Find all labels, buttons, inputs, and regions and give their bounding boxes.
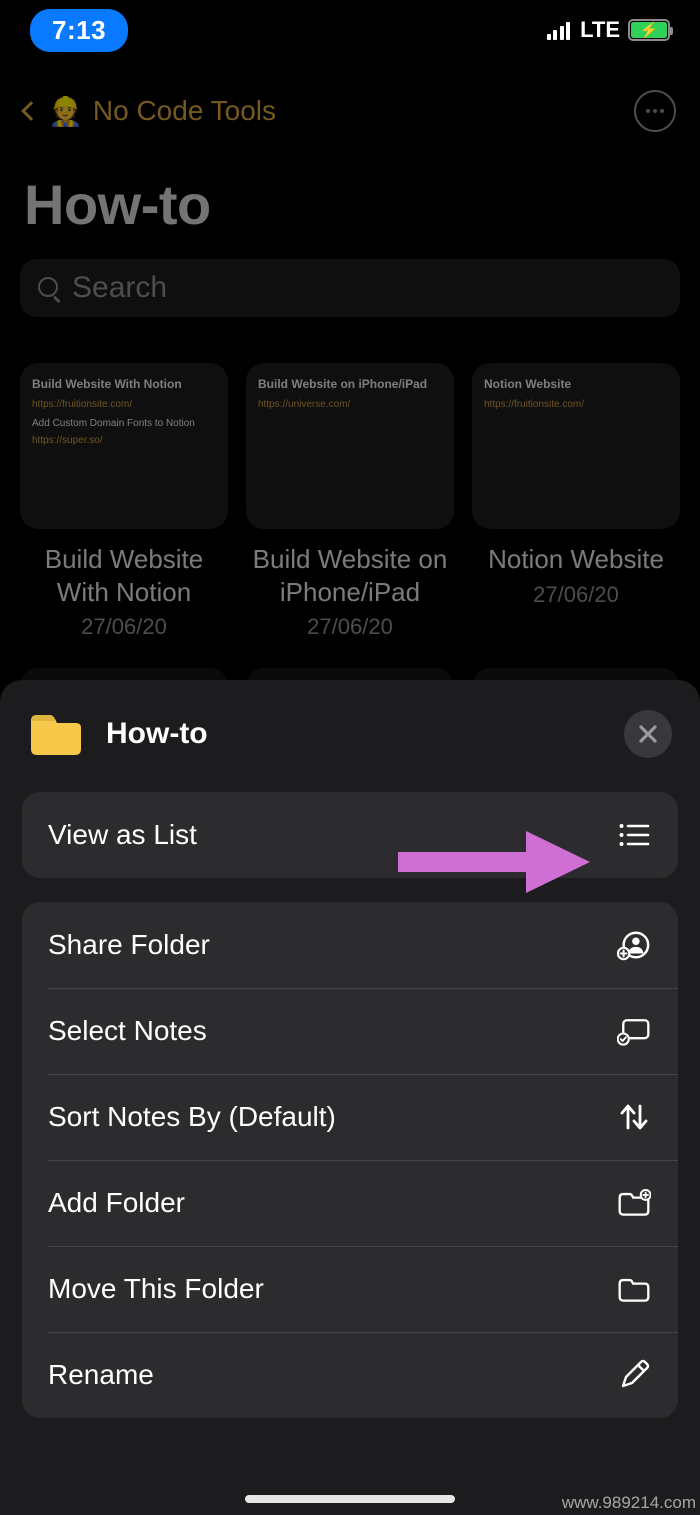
status-time: 7:13 xyxy=(30,9,128,52)
note-thumbnail: Build Website on iPhone/iPad https://uni… xyxy=(246,363,454,529)
pencil-icon xyxy=(616,1357,652,1393)
thumb-title: Notion Website xyxy=(484,377,668,393)
menu-item-label: Sort Notes By (Default) xyxy=(48,1101,336,1133)
menu-group: Share Folder Select Notes Sort Notes By … xyxy=(22,902,678,1418)
menu-item-label: Add Folder xyxy=(48,1187,185,1219)
note-card[interactable]: Build Website With Notion https://fruiti… xyxy=(20,363,228,640)
note-thumbnail: Build Website With Notion https://fruiti… xyxy=(20,363,228,529)
close-button[interactable] xyxy=(624,710,672,758)
status-bar: 7:13 LTE ⚡ xyxy=(0,0,700,60)
status-right: LTE ⚡ xyxy=(547,17,670,43)
sheet-title: How-to xyxy=(106,717,208,751)
watermark: www.989214.com xyxy=(562,1493,696,1513)
select-notes-item[interactable]: Select Notes xyxy=(22,988,678,1074)
back-button[interactable]: 👷 No Code Tools xyxy=(24,95,276,128)
folder-icon xyxy=(616,1271,652,1307)
search-field[interactable] xyxy=(20,259,680,317)
share-folder-item[interactable]: Share Folder xyxy=(22,902,678,988)
list-icon xyxy=(616,817,652,853)
network-label: LTE xyxy=(580,17,620,43)
note-date: 27/06/20 xyxy=(533,582,619,608)
menu-item-label: Move This Folder xyxy=(48,1273,264,1305)
chevron-back-icon xyxy=(21,101,41,121)
folder-icon xyxy=(28,711,84,757)
sheet-header: How-to xyxy=(22,710,678,792)
thumb-link: https://super.so/ xyxy=(32,435,216,446)
thumb-link: https://fruitionsite.com/ xyxy=(32,399,216,410)
cellular-signal-icon xyxy=(547,20,571,40)
folder-action-sheet: How-to View as List Share Folder Select … xyxy=(0,680,700,1515)
menu-item-label: View as List xyxy=(48,819,197,851)
add-folder-item[interactable]: Add Folder xyxy=(22,1160,678,1246)
sort-notes-item[interactable]: Sort Notes By (Default) xyxy=(22,1074,678,1160)
share-person-icon xyxy=(616,927,652,963)
thumb-text: Add Custom Domain Fonts to Notion xyxy=(32,418,216,429)
menu-item-label: Rename xyxy=(48,1359,154,1391)
battery-icon: ⚡ xyxy=(628,19,670,41)
note-title: Build Website on iPhone/iPad xyxy=(246,543,454,608)
menu-item-label: Select Notes xyxy=(48,1015,207,1047)
note-card[interactable]: Notion Website https://fruitionsite.com/… xyxy=(472,363,680,640)
rename-item[interactable]: Rename xyxy=(22,1332,678,1418)
page-title: How-to xyxy=(20,172,680,237)
thumb-link: https://fruitionsite.com/ xyxy=(484,399,668,410)
folder-plus-icon xyxy=(616,1185,652,1221)
view-as-list-item[interactable]: View as List xyxy=(22,792,678,878)
sort-icon xyxy=(616,1099,652,1135)
more-options-button[interactable] xyxy=(634,90,676,132)
home-indicator[interactable] xyxy=(245,1495,455,1503)
breadcrumb: 👷 No Code Tools xyxy=(20,60,680,148)
note-thumbnail: Notion Website https://fruitionsite.com/ xyxy=(472,363,680,529)
folder-emoji-icon: 👷 xyxy=(48,95,83,128)
menu-item-label: Share Folder xyxy=(48,929,210,961)
thumb-title: Build Website With Notion xyxy=(32,377,216,393)
move-folder-item[interactable]: Move This Folder xyxy=(22,1246,678,1332)
note-date: 27/06/20 xyxy=(81,614,167,640)
note-card[interactable]: Build Website on iPhone/iPad https://uni… xyxy=(246,363,454,640)
note-date: 27/06/20 xyxy=(307,614,393,640)
search-icon xyxy=(38,277,60,299)
notes-grid: Build Website With Notion https://fruiti… xyxy=(20,363,680,640)
parent-folder-label: No Code Tools xyxy=(93,95,276,127)
select-icon xyxy=(616,1013,652,1049)
thumb-link: https://universe.com/ xyxy=(258,399,442,410)
note-title: Notion Website xyxy=(488,543,664,576)
note-title: Build Website With Notion xyxy=(20,543,228,608)
search-input[interactable] xyxy=(72,271,662,305)
thumb-title: Build Website on iPhone/iPad xyxy=(258,377,442,393)
menu-group: View as List xyxy=(22,792,678,878)
